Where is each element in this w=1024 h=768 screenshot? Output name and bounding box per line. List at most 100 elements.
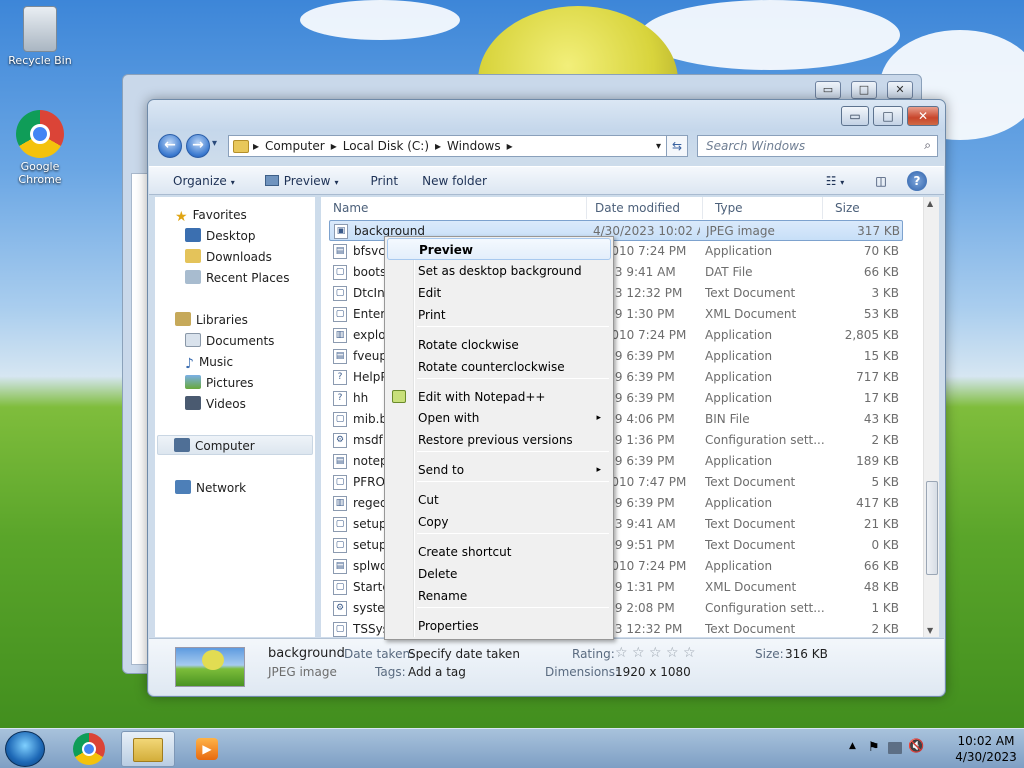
- column-header-name[interactable]: Name: [321, 197, 587, 219]
- file-icon: ▢: [333, 265, 347, 280]
- system-tray: ▲ ⚑ 🔇 10:02 AM 4/30/2023: [834, 729, 1024, 768]
- menu-item-copy[interactable]: Copy: [387, 511, 611, 533]
- taskbar-explorer[interactable]: [121, 731, 175, 767]
- volume-muted-icon[interactable]: 🔇: [908, 739, 924, 754]
- breadcrumb-windows[interactable]: Windows: [441, 139, 507, 153]
- nav-pictures[interactable]: Pictures: [185, 373, 341, 393]
- desktop-icon-chrome[interactable]: Google Chrome: [0, 110, 80, 186]
- menu-item-label: Print: [418, 308, 446, 322]
- rating-stars[interactable]: ☆ ☆ ☆ ☆ ☆: [615, 645, 696, 661]
- nav-music[interactable]: ♪ Music: [185, 352, 341, 372]
- print-button[interactable]: Print: [351, 174, 411, 188]
- menu-item-rotate-counterclockwise[interactable]: Rotate counterclockwise: [387, 356, 611, 378]
- context-menu: Preview Set as desktop background Edit Prin…: [384, 236, 614, 640]
- menu-item-edit[interactable]: Edit: [387, 282, 611, 304]
- file-icon: ▢: [333, 538, 347, 553]
- menu-item-delete[interactable]: Delete: [387, 563, 611, 585]
- minimize-button[interactable]: ▭: [815, 81, 841, 99]
- nav-downloads[interactable]: Downloads: [185, 247, 341, 267]
- close-button[interactable]: ✕: [887, 81, 913, 99]
- scroll-up-arrow[interactable]: ▲: [927, 199, 933, 208]
- file-type: Application: [705, 391, 773, 405]
- chrome-icon: [16, 110, 64, 158]
- refresh-button[interactable]: ⇆: [666, 135, 688, 157]
- help-icon[interactable]: ?: [907, 171, 927, 191]
- recycle-bin-icon: [23, 6, 57, 52]
- column-header-size[interactable]: Size: [823, 197, 903, 219]
- file-type: Application: [705, 328, 773, 342]
- scroll-down-arrow[interactable]: ▼: [927, 626, 933, 635]
- nav-desktop[interactable]: Desktop: [185, 226, 341, 246]
- nav-libraries[interactable]: Libraries: [175, 310, 331, 330]
- menu-item-print[interactable]: Print: [387, 304, 611, 326]
- organize-button[interactable]: Organize ▾: [149, 174, 247, 188]
- file-icon: ▤: [333, 454, 347, 469]
- file-size: 2 KB: [871, 622, 899, 636]
- show-hidden-icons[interactable]: ▲: [849, 741, 856, 751]
- forward-button[interactable]: →: [186, 134, 210, 158]
- nav-documents[interactable]: Documents: [185, 331, 341, 351]
- menu-item-rename[interactable]: Rename: [387, 585, 611, 607]
- new-folder-button[interactable]: New folder: [410, 174, 499, 188]
- menu-item-rotate-clockwise[interactable]: Rotate clockwise: [387, 334, 611, 356]
- view-options-button[interactable]: ☷ ▾: [815, 171, 855, 191]
- file-size: 317 KB: [857, 224, 900, 238]
- clock-date[interactable]: 4/30/2023: [946, 750, 1024, 764]
- tags-value[interactable]: Add a tag: [408, 665, 466, 679]
- minimize-button[interactable]: ▭: [841, 106, 869, 126]
- clock-time[interactable]: 10:02 AM: [946, 734, 1024, 748]
- file-icon: ▤: [333, 559, 347, 574]
- menu-item-label: Rotate counterclockwise: [418, 360, 565, 374]
- nav-favorites[interactable]: ★ Favorites: [175, 205, 331, 225]
- menu-item-set-desktop-background[interactable]: Set as desktop background: [387, 260, 611, 282]
- taskbar: ▶ ▲ ⚑ 🔇 10:02 AM 4/30/2023: [0, 728, 1024, 768]
- nav-videos[interactable]: Videos: [185, 394, 341, 414]
- file-icon: ▤: [333, 244, 347, 259]
- menu-item-cut[interactable]: Cut: [387, 489, 611, 511]
- breadcrumb-separator[interactable]: ▸: [507, 139, 513, 153]
- close-button[interactable]: ✕: [907, 106, 939, 126]
- preview-button[interactable]: Preview ▾: [247, 174, 351, 188]
- recent-pages-dropdown[interactable]: ▾: [212, 138, 217, 149]
- breadcrumb-computer[interactable]: Computer: [259, 139, 331, 153]
- address-bar[interactable]: ▸ Computer ▸ Local Disk (C:) ▸ Windows ▸…: [228, 135, 680, 157]
- scrollbar-thumb[interactable]: [926, 481, 938, 575]
- date-taken-value[interactable]: Specify date taken: [408, 647, 520, 661]
- flag-icon[interactable]: ⚑: [868, 740, 880, 755]
- maximize-button[interactable]: □: [873, 106, 903, 126]
- nav-network[interactable]: Network: [175, 478, 331, 498]
- search-icon[interactable]: ⌕: [924, 138, 931, 153]
- menu-item-preview[interactable]: Preview: [387, 238, 611, 260]
- menu-item-restore-previous-versions[interactable]: Restore previous versions: [387, 429, 611, 451]
- cloud: [300, 0, 460, 40]
- menu-item-properties[interactable]: Properties: [387, 615, 611, 637]
- column-header-type[interactable]: Type: [703, 197, 823, 219]
- videos-icon: [185, 396, 201, 410]
- menu-item-edit-with-notepadpp[interactable]: Edit with Notepad++: [387, 386, 611, 408]
- menu-item-send-to[interactable]: Send to ▸: [387, 459, 611, 481]
- maximize-button[interactable]: □: [851, 81, 877, 99]
- menu-item-label: Rename: [418, 589, 468, 603]
- menu-item-label: Restore previous versions: [418, 433, 573, 447]
- submenu-arrow-icon: ▸: [596, 413, 601, 423]
- menu-item-open-with[interactable]: Open with ▸: [387, 407, 611, 429]
- network-tray-icon[interactable]: [888, 742, 902, 754]
- back-button[interactable]: ←: [158, 134, 182, 158]
- breadcrumb-local-disk[interactable]: Local Disk (C:): [337, 139, 435, 153]
- vertical-scrollbar[interactable]: ▲ ▼: [923, 197, 939, 637]
- file-icon: ▣: [334, 224, 348, 239]
- taskbar-media-player[interactable]: ▶: [180, 731, 234, 767]
- column-header-date[interactable]: Date modified: [583, 197, 703, 219]
- file-icon: ▤: [333, 349, 347, 364]
- nav-computer[interactable]: Computer: [157, 435, 313, 455]
- menu-item-label: Delete: [418, 567, 458, 581]
- desktop-icon-recycle-bin[interactable]: Recycle Bin: [0, 6, 80, 67]
- address-dropdown[interactable]: ▾: [656, 141, 661, 152]
- start-button[interactable]: [5, 731, 45, 767]
- preview-pane-button[interactable]: ◫: [869, 171, 893, 191]
- menu-item-create-shortcut[interactable]: Create shortcut: [387, 541, 611, 563]
- taskbar-chrome[interactable]: [62, 731, 116, 767]
- search-input[interactable]: Search Windows ⌕: [697, 135, 938, 157]
- file-size: 1 KB: [871, 601, 899, 615]
- nav-recent-places[interactable]: Recent Places: [185, 268, 341, 288]
